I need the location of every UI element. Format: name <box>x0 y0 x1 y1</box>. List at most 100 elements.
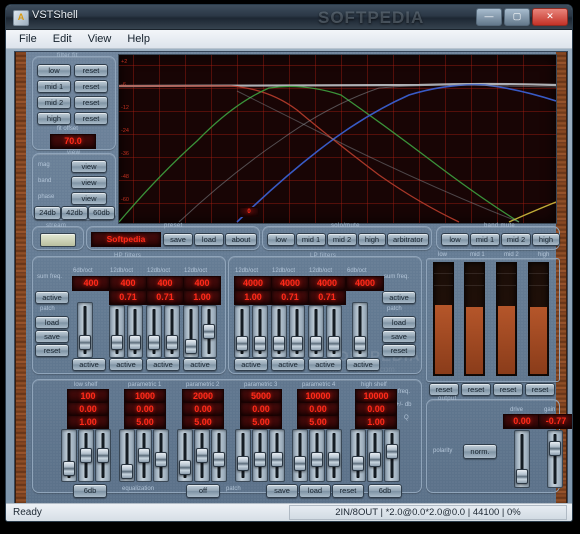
scale-button-60db[interactable]: 60db <box>88 206 115 220</box>
hp-active-button[interactable]: active <box>35 291 69 304</box>
lp-active-button-3[interactable]: active <box>308 358 342 371</box>
minimize-button[interactable]: — <box>476 8 502 26</box>
close-button[interactable]: ✕ <box>532 8 568 26</box>
hp-freq-value-3[interactable]: 400 <box>146 276 184 291</box>
eq-q-2[interactable]: 5.00 <box>124 415 166 429</box>
polarity-button[interactable]: norm. <box>463 444 497 459</box>
preset-display[interactable]: Softpedia <box>91 232 161 247</box>
hp-active-button-4[interactable]: active <box>183 358 217 371</box>
eq-gain-slider-6[interactable] <box>367 429 383 482</box>
view-button-phase[interactable]: view <box>71 192 107 205</box>
fit-reset-high[interactable]: reset <box>74 112 108 125</box>
hp-q-value-3[interactable]: 0.71 <box>146 290 184 305</box>
lp-active-button-2[interactable]: active <box>271 358 305 371</box>
fit-offset-value[interactable]: 70.0 <box>50 134 96 149</box>
eq-freq-1[interactable]: 100 <box>67 389 109 403</box>
lp-freq-value-1[interactable]: 4000 <box>234 276 272 291</box>
eq-scale-right-button[interactable]: 6db <box>368 484 402 498</box>
eq-q-1[interactable]: 1.00 <box>67 415 109 429</box>
stream-indicator[interactable] <box>40 233 76 247</box>
lp-active-button-1[interactable]: active <box>234 358 268 371</box>
eq-q-6[interactable]: 1.00 <box>355 415 397 429</box>
preset-load-button[interactable]: load <box>194 233 224 246</box>
eq-gain-1[interactable]: 0.00 <box>67 402 109 416</box>
hp-q-slider-4[interactable] <box>201 305 217 358</box>
eq-gain-6[interactable]: 0.00 <box>355 402 397 416</box>
hp-patch-reset-button[interactable]: reset <box>35 344 69 357</box>
lp-active-button-4[interactable]: active <box>346 358 380 371</box>
solo-button-mid1[interactable]: mid 1 <box>296 233 326 246</box>
eq-gain-slider-1[interactable] <box>78 429 94 482</box>
lp-freq-value-4[interactable]: 4000 <box>346 276 384 291</box>
menu-file[interactable]: File <box>12 32 44 46</box>
eq-patch-load-button[interactable]: load <box>299 484 331 498</box>
eq-freq-6[interactable]: 10000 <box>355 389 397 403</box>
view-button-band[interactable]: view <box>71 176 107 189</box>
eq-freq-4[interactable]: 5000 <box>240 389 282 403</box>
eq-scale-left-button[interactable]: 6db <box>73 484 107 498</box>
fit-reset-mid1[interactable]: reset <box>74 80 108 93</box>
fit-band-mid2[interactable]: mid 2 <box>37 96 71 109</box>
hp-freq-slider-4[interactable] <box>183 305 199 358</box>
maximize-button[interactable]: ▢ <box>504 8 530 26</box>
solo-button-arbitrator[interactable]: arbitrator <box>387 233 429 246</box>
eq-q-slider-1[interactable] <box>95 429 111 482</box>
scale-button-24db[interactable]: 24db <box>34 206 61 220</box>
fit-reset-low[interactable]: reset <box>74 64 108 77</box>
eq-gain-slider-2[interactable] <box>136 429 152 482</box>
lp-freq-slider-2[interactable] <box>271 305 287 358</box>
lp-q-slider-1[interactable] <box>252 305 268 358</box>
eq-q-slider-3[interactable] <box>211 429 227 482</box>
eq-q-slider-4[interactable] <box>269 429 285 482</box>
hp-freq-slider-3[interactable] <box>146 305 162 358</box>
eq-gain-slider-5[interactable] <box>309 429 325 482</box>
solo-button-mid2[interactable]: mid 2 <box>327 233 357 246</box>
eq-freq-slider-4[interactable] <box>235 429 251 482</box>
bandmute-button-mid1[interactable]: mid 1 <box>470 233 500 246</box>
hp-patch-save-button[interactable]: save <box>35 330 69 343</box>
lp-freq-value-3[interactable]: 4000 <box>308 276 346 291</box>
gain-slider[interactable] <box>547 430 563 488</box>
hp-q-value-2[interactable]: 0.71 <box>109 290 147 305</box>
meter-reset-high[interactable]: reset <box>525 383 555 396</box>
preset-save-button[interactable]: save <box>163 233 193 246</box>
eq-q-slider-6[interactable] <box>384 429 400 482</box>
eq-freq-5[interactable]: 10000 <box>297 389 339 403</box>
eq-q-slider-5[interactable] <box>326 429 342 482</box>
drive-slider[interactable] <box>514 430 530 488</box>
bandmute-button-high[interactable]: high <box>532 233 560 246</box>
hp-freq-slider-1[interactable] <box>77 302 93 358</box>
lp-freq-slider-4[interactable] <box>352 302 368 358</box>
menu-help[interactable]: Help <box>120 32 157 46</box>
eq-bypass-button[interactable]: off <box>186 484 220 498</box>
eq-patch-save-button[interactable]: save <box>266 484 298 498</box>
fit-band-high[interactable]: high <box>37 112 71 125</box>
lp-freq-slider-1[interactable] <box>234 305 250 358</box>
eq-patch-reset-button[interactable]: reset <box>332 484 364 498</box>
hp-q-slider-2[interactable] <box>127 305 143 358</box>
eq-q-5[interactable]: 5.00 <box>297 415 339 429</box>
bandmute-button-mid2[interactable]: mid 2 <box>501 233 531 246</box>
bandmute-button-low[interactable]: low <box>441 233 469 246</box>
eq-gain-4[interactable]: 0.00 <box>240 402 282 416</box>
hp-freq-slider-2[interactable] <box>109 305 125 358</box>
scale-button-42db[interactable]: 42db <box>61 206 88 220</box>
hp-freq-value-1[interactable]: 400 <box>72 276 110 291</box>
hp-freq-value-4[interactable]: 400 <box>183 276 221 291</box>
preset-about-button[interactable]: about <box>225 233 257 246</box>
view-button-mag[interactable]: view <box>71 160 107 173</box>
eq-gain-5[interactable]: 0.00 <box>297 402 339 416</box>
fit-band-mid1[interactable]: mid 1 <box>37 80 71 93</box>
frequency-response-graph[interactable]: +2 -6 -12 -24 -36 -48 -60 0 <box>118 54 557 224</box>
solo-button-low[interactable]: low <box>267 233 295 246</box>
lp-patch-reset-button[interactable]: reset <box>382 344 416 357</box>
menu-view[interactable]: View <box>81 32 119 46</box>
hp-active-button-1[interactable]: active <box>72 358 106 371</box>
meter-reset-low[interactable]: reset <box>429 383 459 396</box>
hp-patch-load-button[interactable]: load <box>35 316 69 329</box>
drive-value[interactable]: 0.00 <box>503 414 541 429</box>
lp-patch-load-button[interactable]: load <box>382 316 416 329</box>
menu-edit[interactable]: Edit <box>46 32 79 46</box>
eq-freq-slider-3[interactable] <box>177 429 193 482</box>
hp-freq-value-2[interactable]: 400 <box>109 276 147 291</box>
